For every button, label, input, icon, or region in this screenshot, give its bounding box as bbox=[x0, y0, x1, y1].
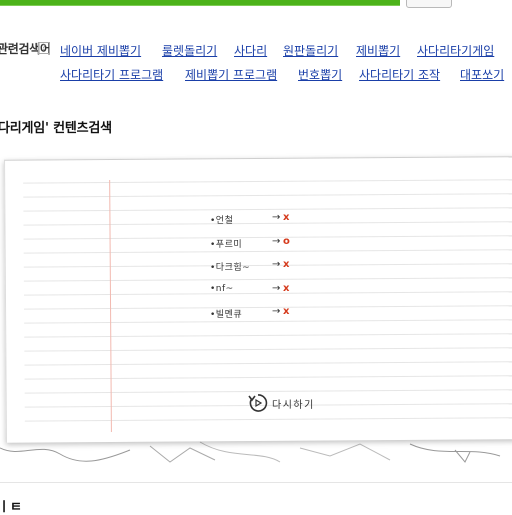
game-entry-name: •푸르미 bbox=[210, 240, 243, 250]
arrow-icon: → bbox=[272, 212, 281, 223]
arrow-icon: → bbox=[272, 306, 281, 317]
game-result: o bbox=[283, 236, 290, 247]
related-keyword-link[interactable]: 대포쏘기 bbox=[460, 66, 504, 83]
footer-section-title: ㅣㅌ bbox=[0, 500, 22, 515]
related-keyword-link[interactable]: 룰렛돌리기 bbox=[162, 42, 217, 59]
related-keyword-link[interactable]: 사다리 bbox=[234, 42, 267, 59]
retry-button[interactable]: 다시하기 bbox=[247, 392, 315, 414]
related-keyword-link[interactable]: 사다리타기 조작 bbox=[359, 66, 440, 83]
section-title: 다리게임' 컨텐츠검색 bbox=[0, 121, 112, 136]
search-bar-shade bbox=[0, 5, 400, 6]
related-keyword-link[interactable]: 제비뽑기 프로그램 bbox=[185, 66, 277, 83]
replay-icon bbox=[248, 394, 268, 412]
arrow-icon: → bbox=[272, 283, 281, 294]
game-entry-name: •nf~ bbox=[210, 284, 234, 294]
related-keyword-link[interactable]: 네이버 제비뽑기 bbox=[60, 42, 141, 59]
paper-sketch-decoration bbox=[0, 441, 501, 463]
related-keyword-link[interactable]: 사다리타기 프로그램 bbox=[60, 66, 163, 83]
related-keyword-link[interactable]: 원판돌리기 bbox=[283, 42, 338, 59]
game-entry-name: •빌멘큐 bbox=[210, 310, 243, 320]
game-result: x bbox=[283, 283, 290, 294]
game-entry-name: •다크힘~ bbox=[210, 263, 251, 273]
related-keyword-link[interactable]: 번호뽑기 bbox=[298, 66, 342, 83]
game-result: x bbox=[283, 306, 290, 317]
related-keyword-link[interactable]: 사다리타기게임 bbox=[417, 42, 494, 59]
section-divider bbox=[0, 482, 512, 483]
arrow-icon: → bbox=[272, 259, 281, 270]
game-entry-name: •언철 bbox=[210, 216, 234, 226]
search-button[interactable] bbox=[406, 0, 452, 8]
related-keyword-link[interactable]: 제비뽑기 bbox=[356, 42, 400, 59]
arrow-icon: → bbox=[272, 236, 281, 247]
help-icon[interactable]: ? bbox=[38, 42, 50, 54]
game-result: x bbox=[283, 259, 290, 270]
game-result: x bbox=[283, 212, 290, 223]
retry-label: 다시하기 bbox=[272, 399, 315, 411]
